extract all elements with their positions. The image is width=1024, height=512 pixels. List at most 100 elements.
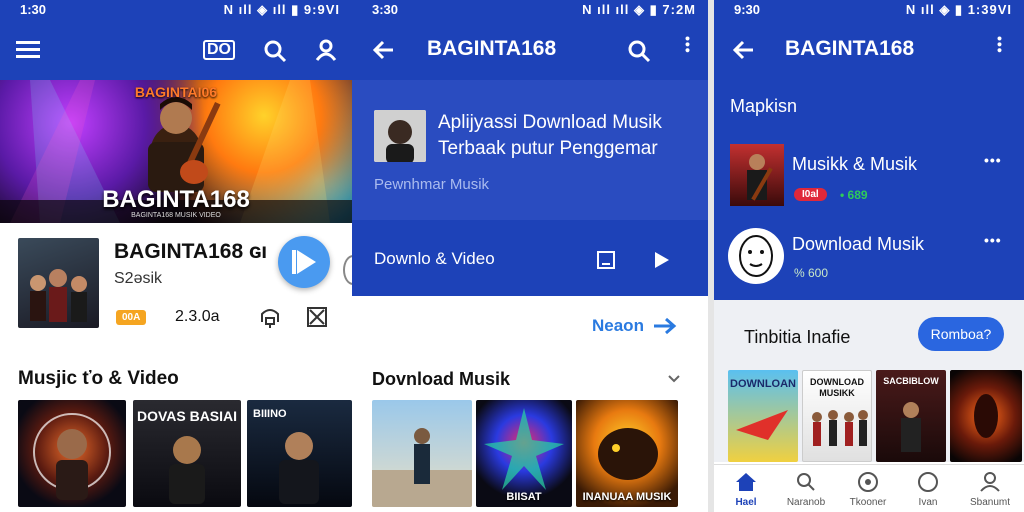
album-thumb-2[interactable]: DOWNLOAD MUSIKK (802, 370, 872, 462)
face-sketch-graphic (739, 235, 773, 277)
bottom-nav: Hael Naranob Tkooner Ivan Sbanumt (714, 464, 1024, 512)
search-icon (797, 473, 815, 491)
track-title: BAGINTA168 ɢı (114, 240, 268, 263)
landscape-person-graphic (372, 428, 472, 507)
guitarist-graphic (747, 154, 773, 201)
list-item[interactable]: Musikk & Musik I0al • 689 ••• (714, 140, 1024, 212)
circle-icon (918, 472, 938, 492)
section-label: Mapkisn (730, 96, 798, 116)
avatar (374, 110, 426, 162)
status-time: 1:30 (20, 2, 47, 17)
nav-item-ivan[interactable]: Ivan (904, 465, 952, 512)
track-count: 2.3.0a (175, 308, 220, 325)
status-badge: I0al (794, 188, 827, 201)
app-bar: BAGINTA168 ••• Aplijyassi Download Musik… (352, 20, 708, 296)
more-vert-icon[interactable]: ••• (992, 36, 1008, 54)
portrait-graphic (33, 413, 111, 500)
hero-top-label: BAGINTAI06 (134, 84, 218, 100)
square-icon[interactable] (596, 250, 616, 270)
hero-subtitle: BAGINTA168 MUSIK VIDEO (131, 212, 221, 219)
app-title: BAGINTA168 (427, 37, 557, 60)
card-subtitle: Pewnhmar Musik (374, 176, 490, 193)
nav-item-search[interactable]: Naranob (782, 465, 830, 512)
search-icon[interactable] (263, 39, 287, 63)
back-arrow-icon[interactable] (732, 40, 754, 60)
card-line-1: Aplijyassi Download Musik (438, 112, 662, 133)
thumb-caption: BIISAT (506, 491, 542, 503)
play-fab-button[interactable] (278, 236, 330, 288)
video-thumb-2[interactable]: DOVAS BASIAI (133, 400, 241, 507)
album-art[interactable] (18, 238, 99, 328)
screen-detail: 3:30 N ıll ıll ◈ ▮ 7:2M BAGINTA168 ••• A… (352, 0, 708, 512)
track-subtitle: S2əsik (114, 270, 163, 287)
thumb-caption: DOWNLOAD MUSIKK (810, 377, 864, 398)
chevron-down-icon[interactable] (667, 374, 681, 384)
profile-icon[interactable] (314, 38, 338, 62)
list-item-meta: % 600 (794, 266, 829, 280)
status-icons: N ıll ◈ ıll ▮ 9:9VI (223, 2, 340, 17)
promo-title: Tinbitia Inafie (744, 327, 851, 347)
arrow-right-icon[interactable] (652, 316, 678, 336)
thumb-caption: BIIINO (253, 408, 287, 420)
hero-banner[interactable]: BAGINTAI06 BAGINTA168 BAGINTA168 MUSIK V… (0, 80, 352, 223)
album-thumb-3[interactable]: SACBIBLOW (876, 370, 946, 462)
status-bar: 1:30 N ıll ◈ ıll ▮ 9:9VI (0, 0, 352, 20)
video-thumb-3[interactable]: BIIINO (247, 400, 352, 507)
list-item-meta: • 689 (840, 188, 868, 202)
list-item-art (730, 144, 784, 206)
status-icons: N ıll ◈ ▮ 1:39VI (905, 2, 1012, 17)
nav-label: Ivan (918, 497, 938, 508)
app-bar: DO (0, 20, 352, 80)
music-thumb-2[interactable]: BIISAT (476, 400, 572, 507)
card-line-2: Terbaak putur Penggemar (438, 138, 658, 159)
download-icon[interactable] (258, 306, 282, 328)
status-badge: 00A (116, 310, 147, 325)
screen-home: 1:30 N ıll ◈ ıll ▮ 9:9VI DO BAGINTAI06 B… (0, 0, 352, 512)
promo-button[interactable]: Romboa? (918, 317, 1004, 351)
promo-section: Tinbitia Inafie Romboa? DOWNLOAN DOWNLOA… (714, 300, 1024, 462)
section-title: Musjic ťo & Video (18, 368, 179, 389)
disc-icon (858, 472, 878, 492)
nav-label: Naranob (786, 497, 826, 508)
screen-library: 9:30 N ıll ◈ ▮ 1:39VI BAGINTA168 ••• Map… (714, 0, 1024, 512)
more-horiz-icon[interactable]: ••• (984, 152, 1002, 168)
download-video-row[interactable]: Downlo & Video (352, 221, 708, 296)
cast-badge[interactable]: DO (203, 40, 235, 60)
nav-label: Tkooner (849, 497, 887, 508)
thumb-caption: DOVAS BASIAI (136, 408, 238, 424)
status-time: 3:30 (372, 2, 399, 17)
home-icon (736, 473, 756, 491)
status-bar: 9:30 N ıll ◈ ▮ 1:39VI (714, 0, 1024, 20)
back-arrow-icon[interactable] (372, 40, 394, 60)
list-item-title: Download Musik (792, 234, 925, 254)
share-icon[interactable] (306, 306, 328, 328)
more-circle-button[interactable] (343, 255, 352, 285)
figure-graphic (974, 394, 998, 438)
info-card[interactable]: Aplijyassi Download Musik Terbaak putur … (352, 80, 708, 220)
next-link[interactable]: Neaon (592, 316, 644, 336)
person-icon (980, 472, 1000, 492)
nav-item-account[interactable]: Sbanumt (964, 465, 1016, 512)
album-thumb-1[interactable]: DOWNLOAN (728, 370, 798, 462)
thumb-caption: SACBIBLOW (883, 376, 939, 386)
more-vert-icon[interactable]: ••• (680, 36, 696, 54)
music-thumb-1[interactable] (372, 400, 472, 507)
thumb-caption: INANUAA MUSIK (582, 491, 672, 503)
music-thumb-3[interactable]: INANUAA MUSIK (576, 400, 678, 507)
section-title: Dovnload Musik (372, 369, 511, 389)
hero-title: BAGINTA168 (102, 186, 250, 213)
row-label: Downlo & Video (374, 249, 495, 268)
app-title: BAGINTA168 (785, 37, 915, 60)
more-horiz-icon[interactable]: ••• (984, 232, 1002, 248)
search-icon[interactable] (627, 39, 651, 63)
nav-item-home[interactable]: Hael (722, 465, 770, 512)
list-item[interactable]: Download Musik % 600 ••• (714, 222, 1024, 294)
status-icons: N ıll ıll ◈ ▮ 7:2M (582, 2, 696, 17)
page: 1:30 N ıll ◈ ıll ▮ 9:9VI DO BAGINTAI06 B… (0, 0, 1024, 512)
band-photo-graphic (30, 269, 87, 322)
play-icon[interactable] (653, 250, 671, 270)
nav-item-library[interactable]: Tkooner (844, 465, 892, 512)
album-thumb-4[interactable] (950, 370, 1022, 462)
menu-icon[interactable] (16, 39, 42, 61)
video-thumb-1[interactable] (18, 400, 126, 507)
